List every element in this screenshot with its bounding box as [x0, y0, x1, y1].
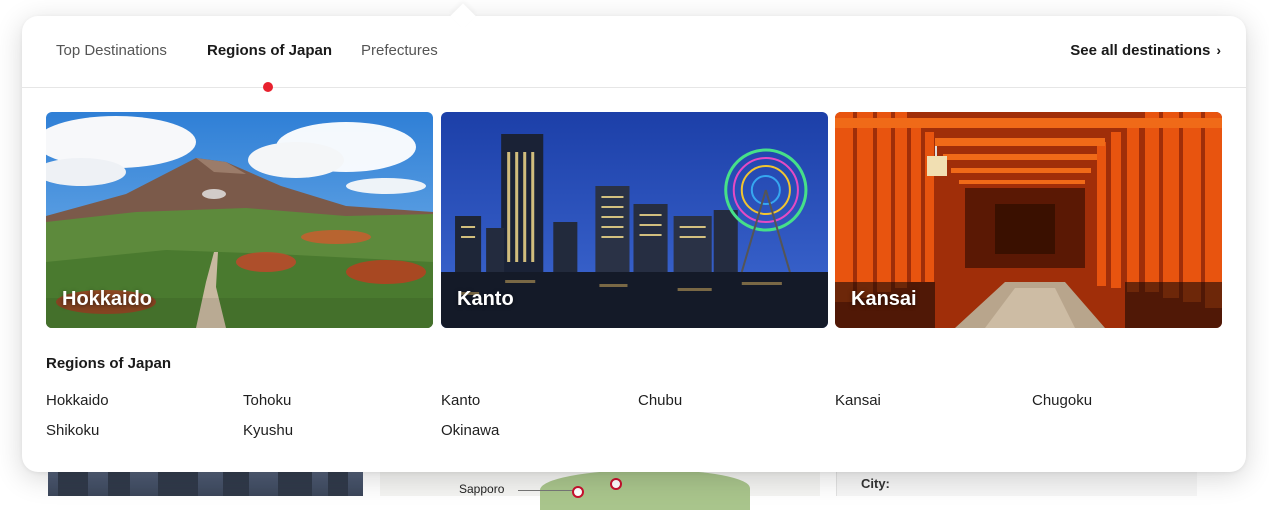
regions-list-heading: Regions of Japan [46, 355, 172, 372]
region-link-hokkaido[interactable]: Hokkaido [46, 392, 109, 409]
regions-dropdown-panel: Top Destinations Regions of Japan Prefec… [22, 3, 1246, 472]
region-card-kansai[interactable]: Kansai [835, 112, 1222, 328]
region-link-okinawa[interactable]: Okinawa [441, 422, 499, 439]
chevron-right-icon: › [1216, 42, 1221, 58]
region-card-kanto[interactable]: Kanto [441, 112, 828, 328]
region-card-hokkaido[interactable]: Hokkaido [46, 112, 433, 328]
tab-top-destinations[interactable]: Top Destinations [56, 42, 167, 59]
region-cards: Hokkaido Kanto Kansai [46, 112, 1222, 328]
see-all-destinations-link[interactable]: See all destinations › [1070, 42, 1221, 59]
tab-prefectures[interactable]: Prefectures [361, 42, 438, 59]
region-link-kanto[interactable]: Kanto [441, 392, 480, 409]
region-link-kyushu[interactable]: Kyushu [243, 422, 293, 439]
region-link-chubu[interactable]: Chubu [638, 392, 682, 409]
map-pin-icon[interactable] [572, 486, 584, 498]
active-tab-indicator [263, 82, 273, 92]
map-leader-line [518, 490, 576, 491]
see-all-label: See all destinations [1070, 42, 1211, 59]
region-link-shikoku[interactable]: Shikoku [46, 422, 99, 439]
info-city-label: City: [861, 476, 890, 491]
region-link-kansai[interactable]: Kansai [835, 392, 881, 409]
region-link-tohoku[interactable]: Tohoku [243, 392, 291, 409]
region-link-chugoku[interactable]: Chugoku [1032, 392, 1092, 409]
region-card-title: Kanto [457, 288, 514, 310]
region-card-title: Hokkaido [62, 288, 153, 310]
tab-bar: Top Destinations Regions of Japan Prefec… [22, 16, 1246, 92]
tab-regions-of-japan[interactable]: Regions of Japan [207, 42, 332, 59]
region-card-title: Kansai [851, 288, 917, 310]
map-pin-icon[interactable] [610, 478, 622, 490]
